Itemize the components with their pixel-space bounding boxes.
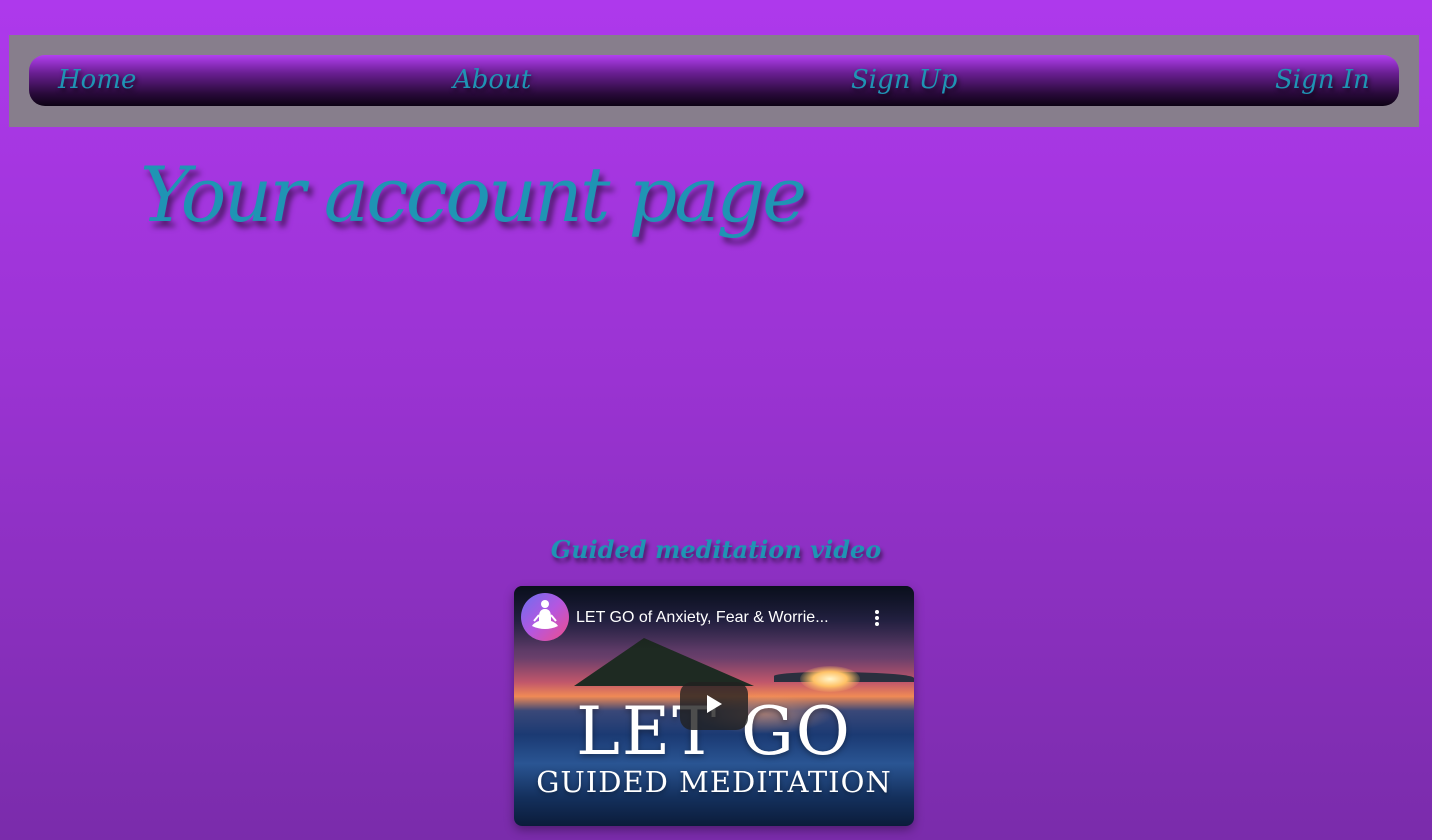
channel-avatar[interactable] (521, 593, 569, 641)
nav-bar: Home About Sign Up Sign In (29, 55, 1399, 106)
nav-link-home[interactable]: Home (58, 64, 136, 96)
nav-link-sign-up[interactable]: Sign Up (851, 64, 957, 96)
video-title[interactable]: LET GO of Anxiety, Fear & Worrie... (576, 607, 856, 629)
more-options-icon[interactable] (866, 604, 888, 632)
thumbnail-subtitle: GUIDED MEDITATION (536, 765, 892, 799)
video-player[interactable]: LET GO of Anxiety, Fear & Worrie... LET … (514, 586, 914, 826)
meditation-avatar-icon (530, 598, 560, 636)
page-title: Your account page (140, 150, 807, 239)
video-section-heading: Guided meditation video (550, 535, 882, 564)
play-button[interactable] (680, 682, 748, 730)
thumbnail-sun (800, 666, 860, 692)
nav-link-sign-in[interactable]: Sign In (1275, 64, 1370, 96)
play-icon (705, 694, 723, 718)
nav-frame: Home About Sign Up Sign In (9, 35, 1419, 127)
nav-link-about[interactable]: About (453, 64, 531, 96)
